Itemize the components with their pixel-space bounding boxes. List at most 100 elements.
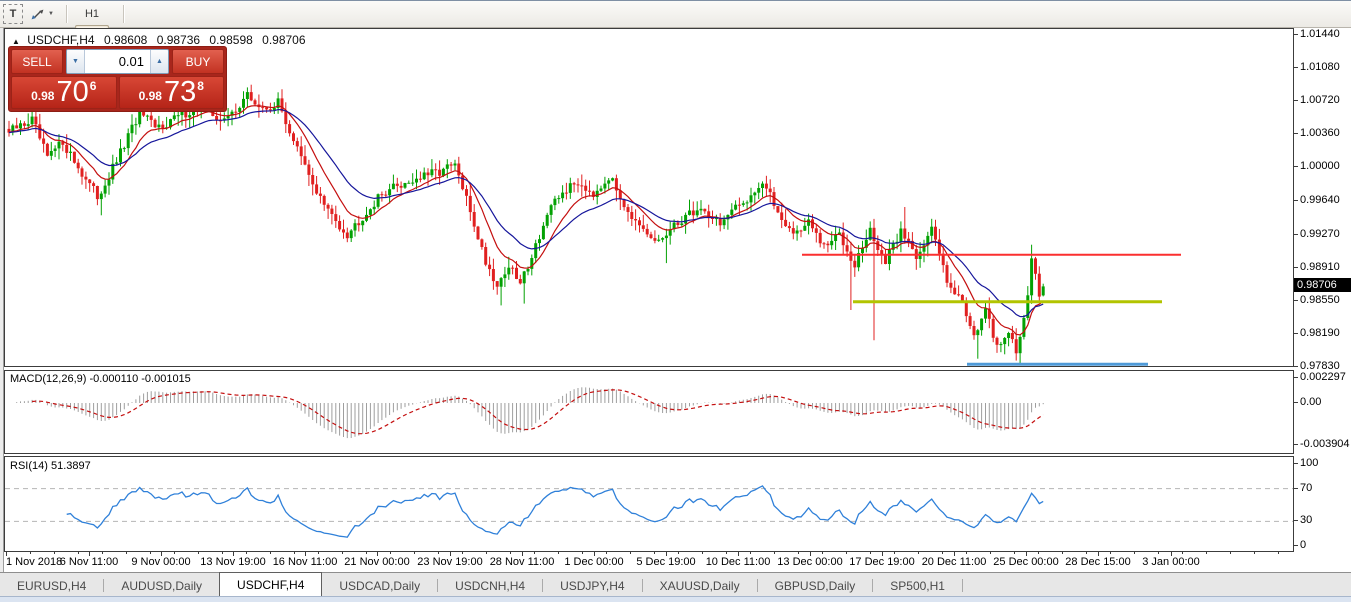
axis-tick-label: 1.00720 [1300,94,1340,106]
time-minor-tick [774,552,775,554]
symbol-timeframe-label: USDCHF,H4 [27,33,94,47]
volume-increase-button[interactable]: ▲ [150,50,168,73]
time-minor-tick [246,552,247,554]
axis-tick [1294,444,1298,445]
sell-price-sup: 6 [90,79,97,93]
time-minor-tick [1062,552,1063,554]
axis-tick-label: 0 [1300,539,1306,551]
toolbar: T ▼ M1M5M15M30H1H4D1W1MN [0,1,1351,28]
toolbar-separator [123,5,125,23]
time-minor-tick [582,552,583,554]
time-minor-tick [1038,552,1039,554]
tab-usdcad-daily[interactable]: USDCAD,Daily [322,575,437,596]
time-minor-tick [654,552,655,554]
axis-tick [1294,520,1298,521]
sell-price-display[interactable]: 0.98 70 6 [11,76,117,109]
cursor-tool-button[interactable]: ▼ [25,4,59,24]
tab-usdcnh-h4[interactable]: USDCNH,H4 [438,575,542,596]
current-price-tag: 0.98706 [1294,278,1351,292]
time-minor-tick [150,552,151,554]
mt4-window: T ▼ M1M5M15M30H1H4D1W1MN 1.014401.010801… [0,0,1351,602]
time-minor-tick [558,552,559,554]
axis-tick [1294,267,1298,268]
time-minor-tick [318,552,319,554]
volume-input[interactable] [85,50,150,73]
time-tick-label: 10 Dec 11:00 [706,556,771,568]
tab-separator [962,579,963,592]
axis-tick-label: 0.002297 [1300,371,1346,383]
time-minor-tick [1014,552,1015,554]
time-minor-tick [726,552,727,554]
macd-plot[interactable] [4,370,1294,454]
text-tool-button[interactable]: T [3,4,23,24]
axis-tick-label: 0.00 [1300,396,1321,408]
tab-gbpusd-daily[interactable]: GBPUSD,Daily [758,575,873,596]
symbol-marker-icon[interactable]: ▲ [12,37,20,46]
time-minor-tick [486,552,487,554]
tab-sp500-h1[interactable]: SP500,H1 [873,575,962,596]
axis-tick [1294,34,1298,35]
time-tick-label: 9 Nov 00:00 [131,556,190,568]
time-minor-tick [750,552,751,554]
volume-stepper: ▼ ▲ [66,49,169,74]
tab-audusd-daily[interactable]: AUDUSD,Daily [104,575,219,596]
time-minor-tick [366,552,367,554]
cursor-arrows-icon [30,8,45,21]
buy-button[interactable]: BUY [172,49,224,74]
buy-price-display[interactable]: 0.98 73 8 [119,76,225,109]
time-tick-label: 3 Jan 00:00 [1142,556,1200,568]
ohlc-high: 0.98736 [157,33,200,47]
time-minor-tick [390,552,391,554]
price-axis: 1.014401.010801.007201.003601.000000.996… [1294,28,1351,367]
time-minor-tick [702,552,703,554]
tab-eurusd-h4[interactable]: EURUSD,H4 [0,575,103,596]
time-tick-label: 21 Nov 00:00 [344,556,409,568]
time-tick-label: 13 Dec 00:00 [777,556,842,568]
rsi-panel: 10070300 [4,456,1351,552]
time-minor-tick [678,552,679,554]
time-minor-tick [126,552,127,554]
time-tick-label: 16 Nov 11:00 [273,556,338,568]
rsi-plot[interactable] [4,456,1294,552]
timeframe-button-h1[interactable]: H1 [75,4,109,25]
caret-down-icon: ▼ [72,58,79,65]
tab-usdchf-h4[interactable]: USDCHF,H4 [219,572,322,596]
axis-tick [1294,166,1298,167]
time-minor-tick [606,552,607,554]
candles [8,85,1045,364]
sell-price-prefix: 0.98 [31,89,54,103]
axis-tick-label: 1.00360 [1300,127,1340,139]
tab-xauusd-daily[interactable]: XAUUSD,Daily [643,575,757,596]
rsi-line [67,486,1043,537]
time-minor-tick [1278,552,1279,554]
axis-tick-label: 1.00000 [1300,160,1340,172]
axis-tick-label: 1.01080 [1300,61,1340,73]
time-minor-tick [1110,552,1111,554]
time-minor-tick [1254,552,1255,554]
macd-panel: 0.0022970.00-0.003904 [4,370,1351,454]
timeframe-button-m30[interactable]: M30 [75,0,116,4]
tab-usdjpy-h4[interactable]: USDJPY,H4 [543,575,641,596]
sell-button[interactable]: SELL [11,49,63,74]
time-minor-tick [966,552,967,554]
axis-tick-label: 0.98190 [1300,327,1340,339]
axis-tick-label: 0.99640 [1300,194,1340,206]
time-minor-tick [894,552,895,554]
axis-tick [1294,488,1298,489]
axis-tick-label: 30 [1300,514,1312,526]
time-minor-tick [1230,552,1231,554]
time-minor-tick [1086,552,1087,554]
time-tick-label: 17 Dec 19:00 [849,556,914,568]
time-tick-label: 25 Dec 00:00 [993,556,1058,568]
axis-tick-label: 0.98910 [1300,261,1340,273]
axis-tick [1294,545,1298,546]
time-minor-tick [942,552,943,554]
volume-decrease-button[interactable]: ▼ [67,50,85,73]
time-minor-tick [462,552,463,554]
axis-tick [1294,234,1298,235]
time-minor-tick [1206,552,1207,554]
time-minor-tick [846,552,847,554]
time-minor-tick [1182,552,1183,554]
time-tick-label: 23 Nov 19:00 [417,556,482,568]
axis-tick-label: 0.98550 [1300,294,1340,306]
